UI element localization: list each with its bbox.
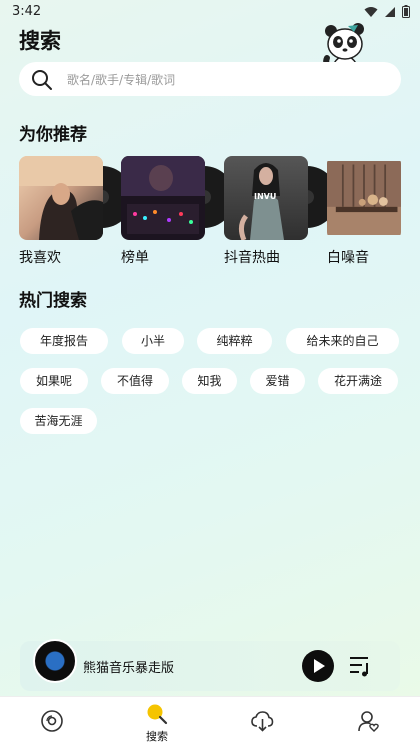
battery-icon — [402, 5, 410, 18]
hot-tag[interactable]: 知我 — [182, 368, 237, 394]
search-icon — [32, 70, 52, 90]
hot-tag[interactable]: 小半 — [122, 328, 184, 354]
album-disc-icon — [33, 639, 77, 683]
recommend-title: 为你推荐 — [19, 125, 87, 145]
search-icon — [147, 704, 168, 725]
status-icons — [364, 5, 410, 18]
hot-tag[interactable]: 年度报告 — [20, 328, 108, 354]
playlist-icon[interactable] — [348, 654, 372, 678]
cover-image — [19, 156, 103, 240]
wifi-icon — [364, 6, 378, 17]
nav-item-download[interactable] — [232, 697, 292, 748]
search-input[interactable]: 歌名/歌手/专辑/歌词 — [19, 62, 401, 96]
cover-image: INVU — [224, 156, 308, 240]
hot-tag[interactable]: 纯粹粹 — [197, 328, 272, 354]
nav-item-library[interactable] — [22, 697, 82, 748]
search-placeholder: 歌名/歌手/专辑/歌词 — [67, 73, 176, 87]
nav-item-profile[interactable] — [338, 697, 398, 748]
hot-tag[interactable]: 给未来的自己 — [286, 328, 399, 354]
play-icon — [314, 659, 325, 673]
hot-tag[interactable]: 苦海无涯 — [20, 408, 97, 434]
recommend-label: 抖音热曲 — [224, 250, 280, 266]
cover-text: INVU — [254, 192, 277, 201]
hot-tag[interactable]: 如果呢 — [20, 368, 88, 394]
hot-tag[interactable]: 不值得 — [101, 368, 169, 394]
nav-item-search[interactable]: 搜索 — [127, 697, 187, 748]
recommend-label: 榜单 — [121, 250, 149, 266]
hot-search-title: 热门搜索 — [19, 291, 87, 311]
recommend-label: 白噪音 — [327, 250, 369, 266]
player-track-title: 熊猫音乐暴走版 — [83, 661, 175, 676]
play-button[interactable] — [302, 650, 334, 682]
cover-image — [121, 156, 205, 240]
status-time: 3:42 — [12, 4, 42, 19]
signal-icon — [385, 6, 395, 17]
bottom-nav: 搜索 — [0, 696, 420, 748]
recommend-item-douyin[interactable]: INVU 抖音热曲 — [224, 156, 338, 266]
nav-label: 搜索 — [146, 730, 168, 743]
recommend-item-favorites[interactable]: 我喜欢 — [19, 156, 133, 266]
hot-tag[interactable]: 爱错 — [250, 368, 305, 394]
hot-tag[interactable]: 花开满途 — [318, 368, 398, 394]
cloud-download-icon — [251, 711, 274, 732]
user-heart-icon — [358, 711, 379, 732]
cover-image — [327, 161, 401, 235]
disc-icon — [41, 710, 63, 732]
recommend-label: 我喜欢 — [19, 250, 61, 266]
page-title: 搜索 — [19, 29, 61, 53]
recommend-item-white-noise[interactable]: 白噪音 — [327, 156, 420, 266]
recommend-item-charts[interactable]: 榜单 — [121, 156, 235, 266]
mini-player[interactable]: 熊猫音乐暴走版 — [20, 639, 400, 691]
